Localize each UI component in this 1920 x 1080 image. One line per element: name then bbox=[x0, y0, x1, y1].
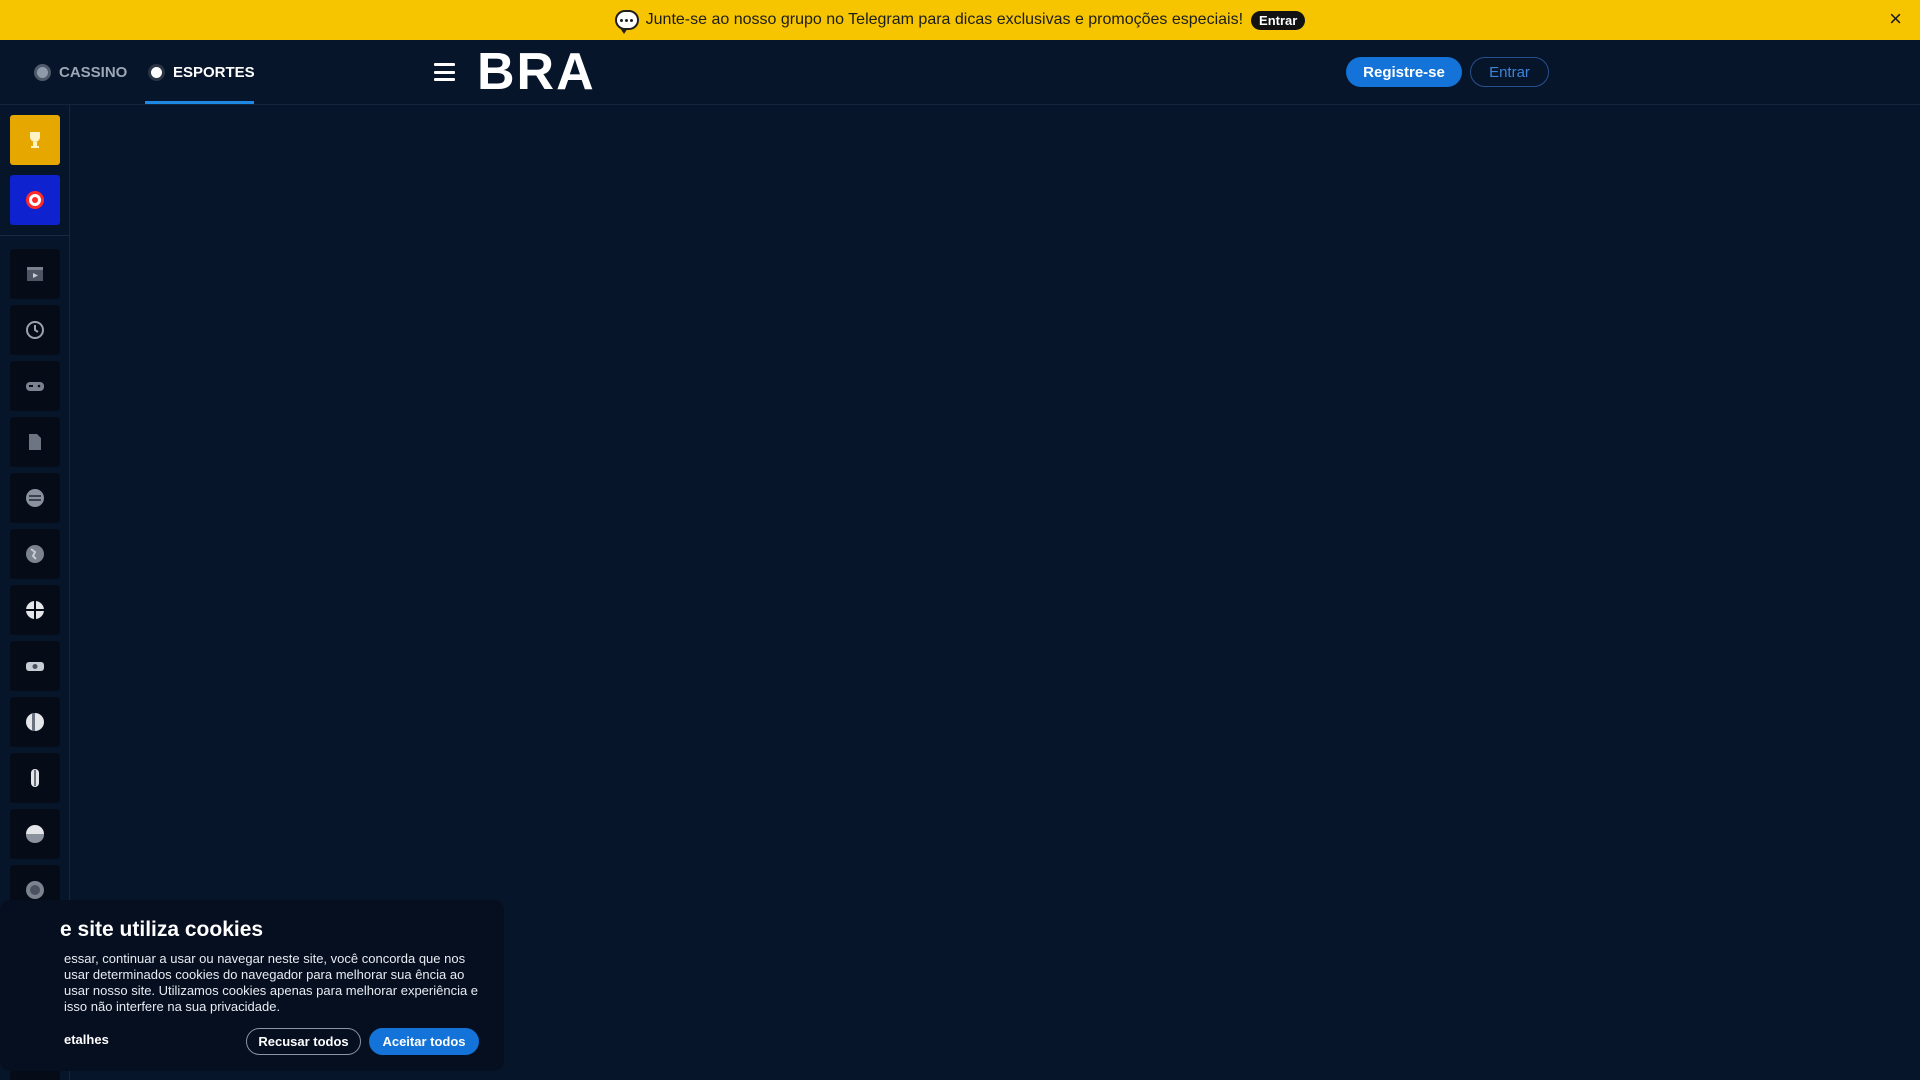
hockey-icon bbox=[26, 881, 44, 899]
cookie-title: e site utiliza cookies bbox=[60, 918, 264, 941]
sidebar-item-9[interactable] bbox=[10, 697, 60, 747]
cookie-text: essar, continuar a usar ou navegar neste… bbox=[64, 951, 479, 1014]
sidebar-item-3[interactable] bbox=[10, 361, 60, 411]
refuse-cookies-button[interactable]: Recusar todos bbox=[246, 1028, 361, 1055]
tennis-table-icon bbox=[26, 662, 44, 671]
sidebar-divider bbox=[0, 235, 69, 236]
volleyball-icon bbox=[26, 713, 44, 731]
site-logo[interactable]: BRA bbox=[477, 46, 596, 98]
sidebar-item-trophy[interactable] bbox=[10, 115, 60, 165]
target-icon bbox=[26, 191, 44, 209]
sidebar-item-6[interactable] bbox=[10, 529, 60, 579]
sidebar-item-5[interactable] bbox=[10, 473, 60, 523]
sidebar-item-7[interactable] bbox=[10, 585, 60, 635]
sidebar-item-4[interactable] bbox=[10, 417, 60, 467]
sidebar-item-target[interactable] bbox=[10, 175, 60, 225]
active-tab-indicator bbox=[145, 101, 254, 104]
banner-join-button[interactable]: Entrar bbox=[1251, 10, 1306, 30]
trophy-icon bbox=[30, 132, 40, 148]
sidebar-item-11[interactable] bbox=[10, 809, 60, 859]
login-button[interactable]: Entrar bbox=[1470, 57, 1549, 87]
rugby-icon bbox=[26, 825, 44, 843]
telegram-banner: Junte-se ao nosso grupo no Telegram para… bbox=[0, 0, 1920, 40]
basketball-icon bbox=[26, 601, 44, 619]
sidebar-item-10[interactable] bbox=[10, 753, 60, 803]
soccer-ball-icon bbox=[148, 63, 165, 81]
chat-bubble-icon bbox=[614, 10, 639, 34]
sidebar-item-2[interactable] bbox=[10, 305, 60, 355]
accept-cookies-button[interactable]: Aceitar todos bbox=[369, 1028, 479, 1055]
cookie-consent-dialog: e site utiliza cookies essar, continuar … bbox=[0, 900, 504, 1071]
tab-esportes-label: ESPORTES bbox=[173, 63, 255, 81]
close-icon[interactable]: × bbox=[1889, 8, 1902, 30]
banner-text: Junte-se ao nosso grupo no Telegram para… bbox=[645, 11, 1244, 28]
tab-cassino-label: CASSINO bbox=[59, 63, 128, 81]
soccer-icon bbox=[26, 489, 44, 507]
clapperboard-icon bbox=[27, 267, 43, 281]
sidebar-item-8[interactable] bbox=[10, 641, 60, 691]
document-icon bbox=[29, 434, 41, 450]
hamburger-menu-icon[interactable] bbox=[434, 63, 455, 81]
cookie-details-link[interactable]: etalhes bbox=[64, 1032, 109, 1047]
sidebar-item-1[interactable] bbox=[10, 249, 60, 299]
top-header: CASSINO ESPORTES BRA Registre-se Entrar bbox=[0, 40, 1920, 105]
baseball-icon bbox=[31, 769, 39, 787]
globe-icon bbox=[26, 545, 44, 563]
tab-esportes[interactable]: ESPORTES bbox=[148, 40, 255, 104]
tab-cassino[interactable]: CASSINO bbox=[34, 40, 127, 104]
casino-chip-icon bbox=[34, 63, 51, 81]
live-clock-icon bbox=[26, 321, 44, 339]
gamepad-icon bbox=[26, 382, 44, 391]
register-button[interactable]: Registre-se bbox=[1346, 57, 1462, 87]
